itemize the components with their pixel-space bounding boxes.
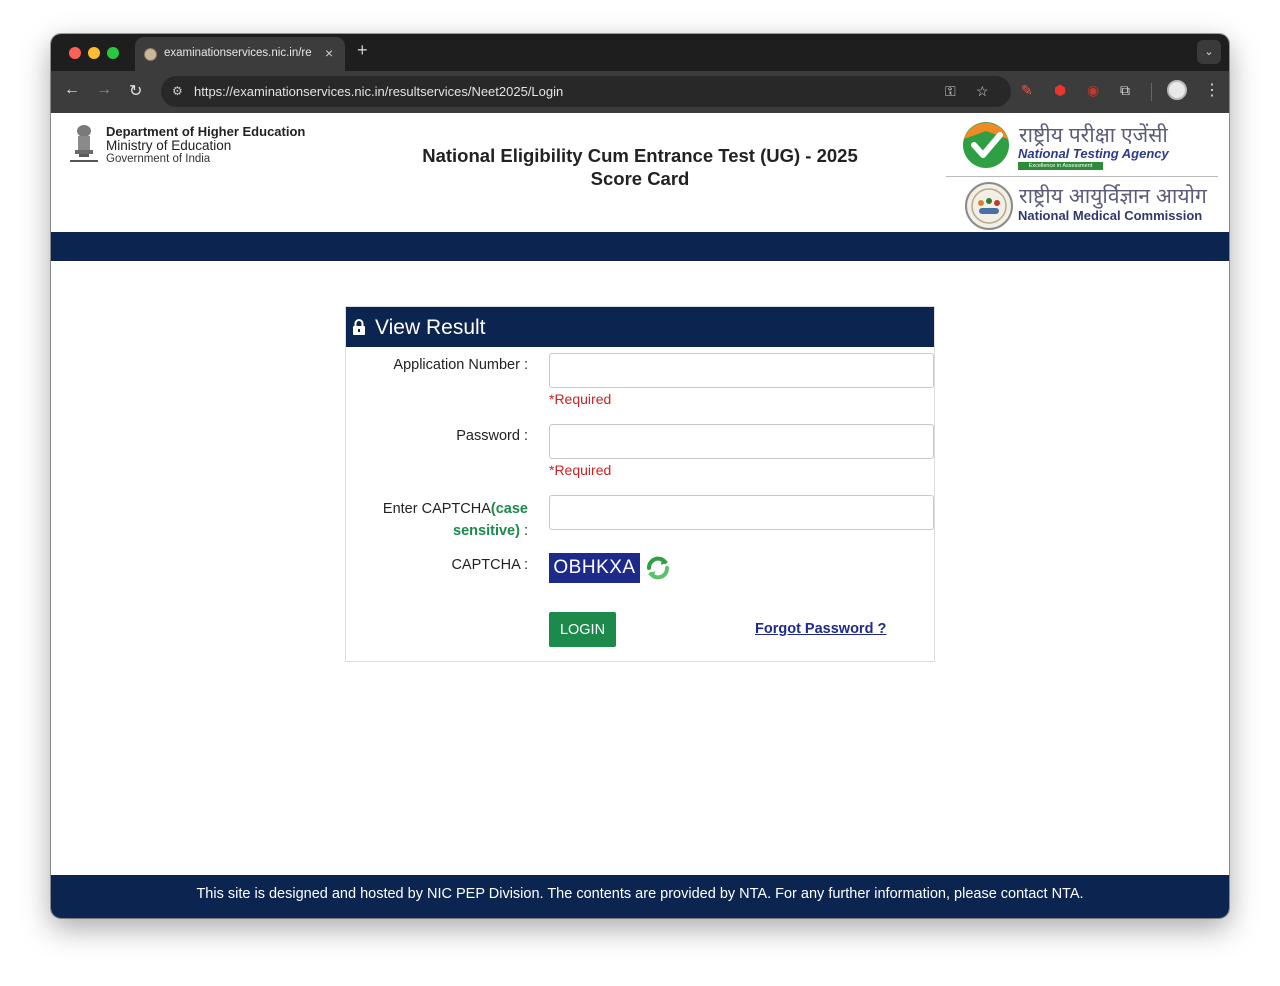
nta-logo-icon bbox=[963, 122, 1009, 168]
government-name: Government of India bbox=[106, 153, 211, 165]
minimize-window-button[interactable] bbox=[88, 47, 100, 59]
forgot-password-link[interactable]: Forgot Password ? bbox=[755, 621, 886, 637]
profile-avatar[interactable] bbox=[1167, 80, 1187, 100]
password-input[interactable] bbox=[549, 424, 934, 459]
browser-window: examinationservices.nic.in/re × + ⌄ ← → … bbox=[51, 34, 1229, 918]
extension-pen-icon[interactable]: ✎ bbox=[1021, 82, 1033, 99]
forward-arrow-icon[interactable]: → bbox=[96, 81, 112, 99]
password-required-text: *Required bbox=[549, 462, 612, 478]
close-window-button[interactable] bbox=[69, 47, 81, 59]
login-button[interactable]: LOGIN bbox=[549, 612, 616, 647]
header-navy-bar bbox=[51, 232, 1229, 261]
address-bar[interactable]: ⚙ https://examinationservices.nic.in/res… bbox=[161, 76, 1011, 107]
browser-tab[interactable]: examinationservices.nic.in/re × bbox=[135, 37, 345, 71]
site-footer: This site is designed and hosted by NIC … bbox=[51, 875, 1229, 918]
captcha-label: CAPTCHA : bbox=[451, 557, 528, 573]
view-result-form: View Result Application Number : *Requir… bbox=[345, 306, 935, 662]
form-title: View Result bbox=[375, 316, 486, 339]
application-number-label: Application Number : bbox=[393, 357, 528, 373]
captcha-image: OBHKXA bbox=[549, 553, 640, 583]
bookmark-star-icon[interactable]: ☆ bbox=[976, 83, 989, 100]
captcha-input-label-text: Enter CAPTCHA bbox=[382, 501, 491, 517]
case-sensitive-note-2: sensitive) bbox=[453, 523, 520, 539]
nmc-english-name: National Medical Commission bbox=[1018, 208, 1203, 223]
case-sensitive-note: (case bbox=[490, 501, 528, 517]
url-text[interactable]: https://examinationservices.nic.in/resul… bbox=[194, 84, 563, 99]
site-favicon-icon bbox=[144, 48, 157, 61]
refresh-captcha-icon[interactable] bbox=[643, 553, 673, 583]
department-name: Department of Higher Education bbox=[106, 124, 306, 139]
nta-hindi-name: राष्ट्रीय परीक्षा एजेंसी bbox=[1019, 124, 1168, 147]
new-tab-button[interactable]: + bbox=[357, 40, 368, 61]
captcha-input-colon: : bbox=[519, 523, 528, 539]
page-title: National Eligibility Cum Entrance Test (… bbox=[411, 144, 869, 190]
browser-toolbar: ← → ↻ ⚙ https://examinationservices.nic.… bbox=[51, 71, 1229, 113]
lock-icon bbox=[353, 319, 365, 335]
tab-close-icon[interactable]: × bbox=[325, 45, 333, 61]
page-title-line1: National Eligibility Cum Entrance Test (… bbox=[422, 145, 858, 166]
nta-tagline: Excellence in Assessment bbox=[1018, 162, 1103, 170]
captcha-input-label: Enter CAPTCHA(case sensitive) : bbox=[383, 498, 528, 542]
nmc-logo-icon bbox=[965, 182, 1013, 230]
extension-shield-icon[interactable]: ⬢ bbox=[1054, 82, 1066, 99]
logo-divider bbox=[946, 176, 1218, 177]
page-title-line2: Score Card bbox=[590, 168, 690, 189]
password-key-icon[interactable]: ⚿ bbox=[945, 83, 956, 100]
nta-english-name: National Testing Agency bbox=[1018, 146, 1169, 161]
captcha-input[interactable] bbox=[549, 495, 934, 530]
tab-title: examinationservices.nic.in/re bbox=[164, 47, 312, 59]
tab-bar: examinationservices.nic.in/re × + ⌄ bbox=[51, 34, 1229, 71]
extensions-puzzle-icon[interactable]: ⧉ bbox=[1120, 82, 1130, 99]
nmc-hindi-name: राष्ट्रीय आयुर्विज्ञान आयोग bbox=[1019, 185, 1207, 208]
web-page: Department of Higher Education Ministry … bbox=[51, 113, 1229, 918]
maximize-window-button[interactable] bbox=[107, 47, 119, 59]
form-header: View Result bbox=[346, 307, 934, 347]
site-info-icon[interactable]: ⚙ bbox=[172, 84, 183, 98]
password-label: Password : bbox=[456, 428, 528, 444]
ministry-name: Ministry of Education bbox=[106, 138, 232, 153]
tab-search-chevron-icon[interactable]: ⌄ bbox=[1197, 40, 1221, 64]
back-arrow-icon[interactable]: ← bbox=[64, 81, 80, 99]
application-required-text: *Required bbox=[549, 391, 612, 407]
application-number-input[interactable] bbox=[549, 353, 934, 388]
reload-icon[interactable]: ↻ bbox=[129, 81, 142, 101]
toolbar-divider bbox=[1151, 83, 1152, 101]
national-emblem-icon bbox=[70, 125, 98, 162]
browser-menu-icon[interactable]: ⋮ bbox=[1204, 80, 1220, 100]
extension-record-icon[interactable]: ◉ bbox=[1087, 82, 1099, 99]
